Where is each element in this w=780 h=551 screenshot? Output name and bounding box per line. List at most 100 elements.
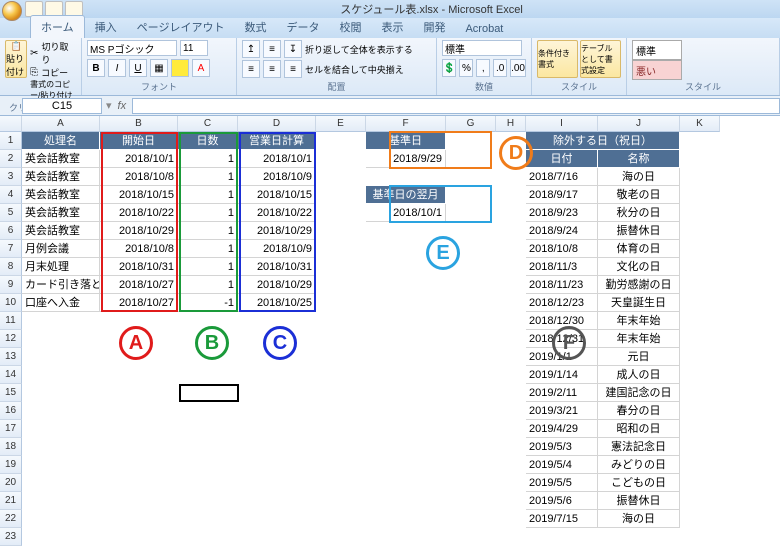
align-center[interactable]: ≡	[263, 60, 281, 78]
name-box[interactable]: C15	[22, 98, 102, 114]
cell-I22[interactable]: 2019/7/15	[526, 510, 598, 528]
cell-I11[interactable]: 2018/12/30	[526, 312, 598, 330]
tab-acrobat[interactable]: Acrobat	[455, 20, 513, 38]
cell-B9[interactable]: 2018/10/27	[100, 276, 178, 294]
cell-J6[interactable]: 振替休日	[598, 222, 680, 240]
row-head-4[interactable]: 4	[0, 186, 22, 204]
cell-C1[interactable]: 日数	[178, 132, 238, 150]
cell-A8[interactable]: 月末処理	[22, 258, 100, 276]
cell-C8[interactable]: 1	[178, 258, 238, 276]
cell-J19[interactable]: みどりの日	[598, 456, 680, 474]
col-head-E[interactable]: E	[316, 116, 366, 132]
cell-A6[interactable]: 英会話教室	[22, 222, 100, 240]
cell-I17[interactable]: 2019/4/29	[526, 420, 598, 438]
cell-A1[interactable]: 処理名	[22, 132, 100, 150]
align-top[interactable]: ↥	[242, 40, 260, 58]
cell-F2[interactable]: 2018/9/29	[366, 150, 446, 168]
tab-review[interactable]: 校閲	[329, 16, 371, 38]
tab-home[interactable]: ホーム	[30, 15, 85, 38]
row-head-20[interactable]: 20	[0, 474, 22, 492]
cell-I4[interactable]: 2018/9/17	[526, 186, 598, 204]
cell-C7[interactable]: 1	[178, 240, 238, 258]
cell-D3[interactable]: 2018/10/9	[238, 168, 316, 186]
cell-C2[interactable]: 1	[178, 150, 238, 168]
align-mid[interactable]: ≡	[263, 40, 281, 58]
row-head-5[interactable]: 5	[0, 204, 22, 222]
cell-I14[interactable]: 2019/1/14	[526, 366, 598, 384]
cell-J20[interactable]: こどもの日	[598, 474, 680, 492]
row-head-19[interactable]: 19	[0, 456, 22, 474]
cell-D10[interactable]: 2018/10/25	[238, 294, 316, 312]
cell-A7[interactable]: 月例会議	[22, 240, 100, 258]
row-head-12[interactable]: 12	[0, 330, 22, 348]
row-head-8[interactable]: 8	[0, 258, 22, 276]
cell-J17[interactable]: 昭和の日	[598, 420, 680, 438]
font-color-button[interactable]: A	[192, 59, 210, 77]
row-head-18[interactable]: 18	[0, 438, 22, 456]
cell-I20[interactable]: 2019/5/5	[526, 474, 598, 492]
cell-D5[interactable]: 2018/10/22	[238, 204, 316, 222]
col-head-H[interactable]: H	[496, 116, 526, 132]
font-name-select[interactable]	[87, 40, 177, 56]
cell-I3[interactable]: 2018/7/16	[526, 168, 598, 186]
cell-D1[interactable]: 営業日計算	[238, 132, 316, 150]
row-head-23[interactable]: 23	[0, 528, 22, 546]
cell-C6[interactable]: 1	[178, 222, 238, 240]
italic-button[interactable]: I	[108, 59, 126, 77]
cell-A10[interactable]: 口座へ入金	[22, 294, 100, 312]
paste-button[interactable]: 📋貼り付け	[5, 40, 27, 78]
col-head-C[interactable]: C	[178, 116, 238, 132]
cell-A9[interactable]: カード引き落とし	[22, 276, 100, 294]
col-head-D[interactable]: D	[238, 116, 316, 132]
cell-J9[interactable]: 勤労感謝の日	[598, 276, 680, 294]
cell-D4[interactable]: 2018/10/15	[238, 186, 316, 204]
cell-I5[interactable]: 2018/9/23	[526, 204, 598, 222]
row-head-1[interactable]: 1	[0, 132, 22, 150]
cell-B4[interactable]: 2018/10/15	[100, 186, 178, 204]
cell-B10[interactable]: 2018/10/27	[100, 294, 178, 312]
row-head-9[interactable]: 9	[0, 276, 22, 294]
cell-J2[interactable]: 名称	[598, 150, 680, 168]
cell-I12[interactable]: 2018/12/31	[526, 330, 598, 348]
font-size-select[interactable]	[180, 40, 208, 56]
cell-F5[interactable]: 2018/10/1	[366, 204, 446, 222]
tab-data[interactable]: データ	[276, 16, 329, 38]
cell-I7[interactable]: 2018/10/8	[526, 240, 598, 258]
spreadsheet-grid[interactable]: ABCDEFGHIJK 1234567891011121314151617181…	[0, 116, 780, 551]
namebox-dropdown-icon[interactable]: ▾	[106, 99, 112, 112]
cell-I21[interactable]: 2019/5/6	[526, 492, 598, 510]
table-format-button[interactable]: テーブルとして書式設定	[580, 40, 621, 78]
cell-I18[interactable]: 2019/5/3	[526, 438, 598, 456]
cell-C5[interactable]: 1	[178, 204, 238, 222]
underline-button[interactable]: U	[129, 59, 147, 77]
cell-C4[interactable]: 1	[178, 186, 238, 204]
cell-A5[interactable]: 英会話教室	[22, 204, 100, 222]
cell-I19[interactable]: 2019/5/4	[526, 456, 598, 474]
fx-icon[interactable]: fx	[118, 100, 127, 112]
row-head-14[interactable]: 14	[0, 366, 22, 384]
cell-J5[interactable]: 秋分の日	[598, 204, 680, 222]
cell-J21[interactable]: 振替休日	[598, 492, 680, 510]
percent-button[interactable]: %	[459, 59, 473, 77]
align-bot[interactable]: ↧	[284, 40, 302, 58]
cell-I1[interactable]: 除外する日（祝日）	[526, 132, 680, 150]
cell-B1[interactable]: 開始日	[100, 132, 178, 150]
col-head-K[interactable]: K	[680, 116, 720, 132]
tab-insert[interactable]: 挿入	[85, 16, 127, 38]
cell-B8[interactable]: 2018/10/31	[100, 258, 178, 276]
cell-F1[interactable]: 基準日	[366, 132, 446, 150]
tab-view[interactable]: 表示	[371, 16, 413, 38]
cell-J22[interactable]: 海の日	[598, 510, 680, 528]
cell-C9[interactable]: 1	[178, 276, 238, 294]
cell-I15[interactable]: 2019/2/11	[526, 384, 598, 402]
row-head-21[interactable]: 21	[0, 492, 22, 510]
row-head-10[interactable]: 10	[0, 294, 22, 312]
col-head-F[interactable]: F	[366, 116, 446, 132]
select-all-corner[interactable]	[0, 116, 22, 132]
row-head-13[interactable]: 13	[0, 348, 22, 366]
col-head-I[interactable]: I	[526, 116, 598, 132]
cell-B2[interactable]: 2018/10/1	[100, 150, 178, 168]
cell-I10[interactable]: 2018/12/23	[526, 294, 598, 312]
row-head-2[interactable]: 2	[0, 150, 22, 168]
bold-button[interactable]: B	[87, 59, 105, 77]
